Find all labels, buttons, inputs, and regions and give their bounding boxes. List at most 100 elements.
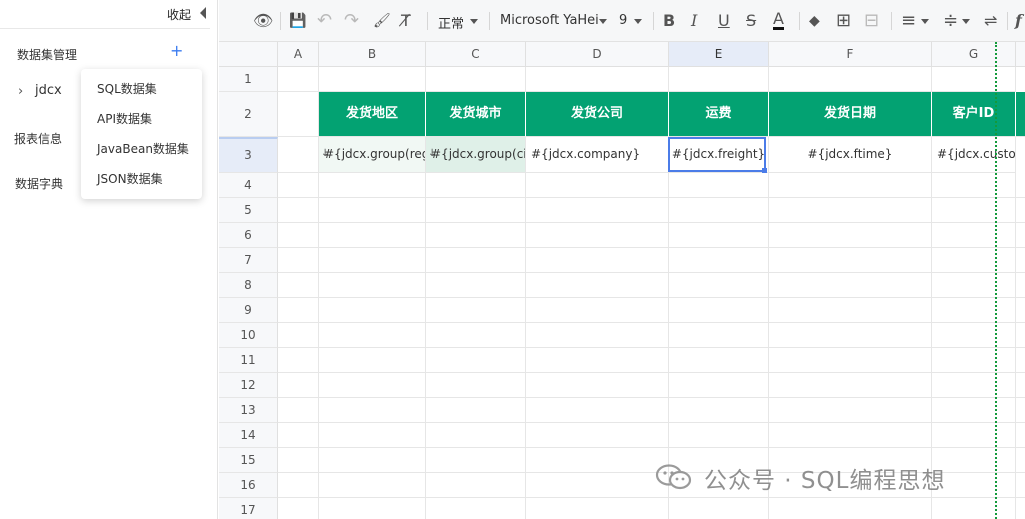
column-header-h[interactable]: [1016, 42, 1025, 67]
field-cell-date[interactable]: #{jdcx.ftime}: [769, 137, 932, 173]
cell-d1[interactable]: [526, 67, 669, 92]
font-family-select[interactable]: Microsoft YaHei: [500, 13, 599, 28]
row-header-2[interactable]: 2: [219, 92, 278, 137]
row-header-9[interactable]: 9: [219, 298, 278, 323]
function-icon[interactable]: f: [1015, 11, 1022, 31]
cell-g1[interactable]: [932, 67, 1016, 92]
header-cell-company[interactable]: 发货公司: [526, 92, 669, 137]
menu-item-json-dataset[interactable]: JSON数据集: [81, 165, 202, 195]
field-cell-company[interactable]: #{jdcx.company}: [526, 137, 669, 173]
row-header-16[interactable]: 16: [219, 473, 278, 498]
header-cell-city[interactable]: 发货城市: [426, 92, 526, 137]
cell-a2[interactable]: [278, 92, 319, 137]
field-cell-city[interactable]: ↓ #{jdcx.group(cit: [426, 137, 526, 173]
style-select[interactable]: 正常: [438, 13, 464, 32]
row-header-7[interactable]: 7: [219, 248, 278, 273]
add-dataset-icon[interactable]: +: [170, 42, 183, 60]
toolbar-separator: [489, 12, 490, 30]
cell-a3[interactable]: [278, 137, 319, 173]
align-icon[interactable]: ≡: [901, 11, 916, 31]
header-cell-customer-id[interactable]: 客户ID: [932, 92, 1016, 137]
toolbar: 👁 💾 ↶ ↷ 🖌 T̸ 正常 Microsoft YaHei 9 B I U …: [219, 0, 1025, 42]
column-header-b[interactable]: B: [319, 42, 426, 67]
dataset-manage-title: 数据集管理: [17, 48, 78, 62]
field-expression: #{jdcx.custo: [937, 147, 1016, 161]
row-header-10[interactable]: 10: [219, 323, 278, 348]
row-header-11[interactable]: 11: [219, 348, 278, 373]
merge-cells-icon[interactable]: ⊟: [864, 11, 879, 31]
menu-item-api-dataset[interactable]: API数据集: [81, 105, 202, 135]
cell-a1[interactable]: [278, 67, 319, 92]
row-header-4[interactable]: 4: [219, 173, 278, 198]
row-header-8[interactable]: 8: [219, 273, 278, 298]
header-cell-overflow[interactable]: [1016, 92, 1025, 137]
column-header-g[interactable]: G: [932, 42, 1016, 67]
row-header-1[interactable]: 1: [219, 67, 278, 92]
cell-b1[interactable]: [319, 67, 426, 92]
row-header-14[interactable]: 14: [219, 423, 278, 448]
row-header-3[interactable]: 3: [219, 137, 278, 173]
chevron-down-icon[interactable]: [962, 19, 970, 24]
eye-icon[interactable]: 👁: [253, 11, 273, 31]
wechat-icon: [655, 464, 692, 490]
save-icon[interactable]: 💾: [289, 11, 306, 31]
fill-color-icon[interactable]: ◆: [809, 11, 820, 31]
field-cell-customer-id[interactable]: #{jdcx.custo: [932, 137, 1016, 173]
underline-icon[interactable]: U: [718, 11, 730, 31]
chevron-right-icon[interactable]: ›: [18, 84, 23, 99]
divider: [0, 28, 210, 29]
redo-icon[interactable]: ↷: [344, 11, 359, 31]
column-header-e[interactable]: E: [669, 42, 769, 67]
field-expression: #{jdcx.company}: [531, 147, 641, 161]
menu-item-javabean-dataset[interactable]: JavaBean数据集: [81, 135, 202, 165]
row-header-5[interactable]: 5: [219, 198, 278, 223]
row-header-6[interactable]: 6: [219, 223, 278, 248]
report-info-title[interactable]: 报表信息: [14, 130, 62, 147]
cell-f1[interactable]: [769, 67, 932, 92]
chevron-down-icon[interactable]: [470, 19, 478, 24]
data-dict-title[interactable]: 数据字典: [15, 175, 63, 192]
header-cell-freight[interactable]: 运费: [669, 92, 769, 137]
text-wrap-icon[interactable]: ⇌: [984, 11, 997, 31]
chevron-down-icon[interactable]: [634, 19, 642, 24]
collapse-triangle-icon[interactable]: [200, 7, 206, 19]
cell-e1[interactable]: [669, 67, 769, 92]
bold-icon[interactable]: B: [663, 11, 675, 31]
font-size-select[interactable]: 9: [619, 13, 627, 28]
border-icon[interactable]: ⊞: [836, 11, 851, 31]
grid-corner[interactable]: [219, 42, 278, 67]
toolbar-separator: [1007, 12, 1008, 30]
column-header-d[interactable]: D: [526, 42, 669, 67]
spreadsheet-grid[interactable]: A B C D E F G 1 2 3 4 5 6 7 8 9 10 11 12…: [219, 42, 1025, 519]
chevron-down-icon[interactable]: [599, 19, 607, 24]
row-header-15[interactable]: 15: [219, 448, 278, 473]
row-header-12[interactable]: 12: [219, 373, 278, 398]
vertical-align-icon[interactable]: ≑: [943, 11, 958, 31]
field-cell-region[interactable]: ↓ #{jdcx.group(reg: [319, 137, 426, 173]
toolbar-separator: [653, 12, 654, 30]
page-break-line: [995, 42, 997, 519]
header-cell-date[interactable]: 发货日期: [769, 92, 932, 137]
left-panel: 收起 数据集管理 + › jdcx 报表信息 数据字典 SQL数据集 API数据…: [0, 0, 218, 519]
collapse-button[interactable]: 收起: [167, 6, 191, 23]
menu-item-sql-dataset[interactable]: SQL数据集: [81, 75, 202, 105]
chevron-down-icon[interactable]: [921, 19, 929, 24]
paint-format-icon[interactable]: 🖌: [373, 11, 391, 31]
font-color-icon[interactable]: A: [773, 11, 784, 30]
row-header-13[interactable]: 13: [219, 398, 278, 423]
undo-icon[interactable]: ↶: [317, 11, 332, 31]
tree-item-jdcx[interactable]: jdcx: [35, 83, 62, 98]
expand-down-icon: ↓: [428, 148, 437, 159]
column-header-c[interactable]: C: [426, 42, 526, 67]
toolbar-separator: [280, 12, 281, 30]
strikethrough-icon[interactable]: S: [746, 11, 756, 31]
cell-c1[interactable]: [426, 67, 526, 92]
column-header-a[interactable]: A: [278, 42, 319, 67]
header-cell-region[interactable]: 发货地区: [319, 92, 426, 137]
column-header-f[interactable]: F: [769, 42, 932, 67]
clear-format-icon[interactable]: T̸: [401, 11, 411, 31]
watermark-text: 公众号 · SQL编程思想: [704, 468, 946, 494]
italic-icon[interactable]: I: [691, 11, 697, 31]
field-cell-freight[interactable]: #{jdcx.freight}: [669, 137, 769, 173]
row-header-17[interactable]: 17: [219, 498, 278, 519]
